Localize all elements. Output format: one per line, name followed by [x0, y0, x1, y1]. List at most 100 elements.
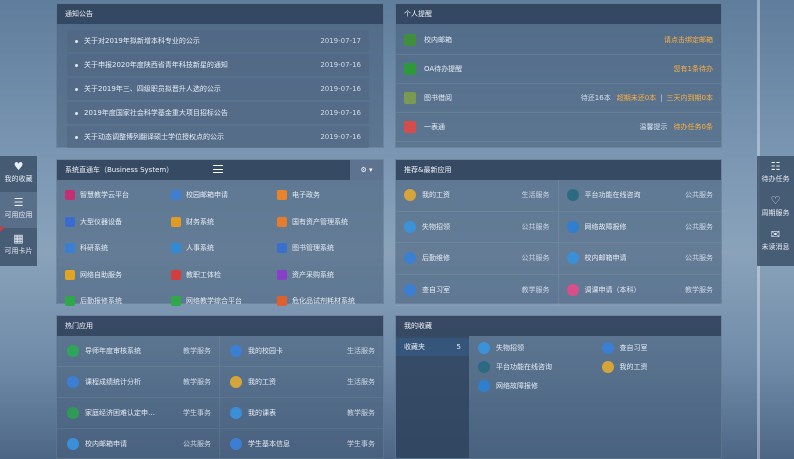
hot-item[interactable]: 我的校园卡 生活服务: [220, 336, 383, 367]
system-item[interactable]: 国有资产管理系统: [273, 209, 379, 236]
reminder-item[interactable]: 图书借阅 待还16本 超期未还0本 | 三天内到期0本: [396, 84, 721, 113]
system-item-label: 校园邮箱申请: [186, 191, 228, 200]
gov-icon: [277, 190, 287, 201]
repair-icon: [65, 296, 75, 307]
favorite-item[interactable]: 网络故障报修: [474, 376, 598, 395]
side-button[interactable]: ▦ 可用卡片: [0, 228, 37, 264]
system-panel: 系统直通车（Business System） ⚙ ▾ 智慧教学云平台 校园邮箱申请…: [56, 159, 384, 307]
hot-label: 我的课表: [248, 409, 276, 417]
notice-item[interactable]: 关于2019年三、四级职员拟晋升人选的公示 2019-07-16: [67, 78, 369, 100]
favorite-item[interactable]: 平台功能在线咨询: [474, 357, 598, 376]
favorites-folder-count: 5: [456, 343, 461, 351]
system-item[interactable]: 智慧教学云平台: [61, 182, 167, 209]
hot-item[interactable]: 导师年度审核系统 教学服务: [57, 336, 220, 367]
recommend-label: 校内邮箱申请: [584, 254, 627, 263]
consult-icon: [566, 189, 579, 202]
system-item[interactable]: 科研系统: [61, 235, 167, 262]
notice-item[interactable]: 关于动态调整博列翻译硕士学位授权点的公示 2019-07-16: [67, 126, 369, 148]
recommend-item[interactable]: 校内邮箱申请 公共服务: [558, 243, 721, 275]
system-item[interactable]: 资产采购系统: [273, 262, 379, 289]
system-item-label: 智慧教学云平台: [80, 191, 129, 200]
recommend-item[interactable]: 网络故障报修 公共服务: [558, 212, 721, 243]
reminder-status[interactable]: 您有1条待办: [674, 64, 713, 74]
hot-category: 生活服务: [347, 378, 375, 386]
favorite-label: 网络故障报修: [496, 381, 538, 390]
right-floating-bar: ☷ 待办任务 ♡ 周期服务 ✉ 未读消息: [757, 156, 794, 266]
system-item[interactable]: 网络教学综合平台: [167, 288, 273, 315]
favorite-item[interactable]: 我的工资: [598, 357, 722, 376]
reminder-item[interactable]: 一表通 温馨提示 待办任务0条: [396, 113, 721, 142]
system-item[interactable]: 财务系统: [167, 209, 273, 236]
side-button[interactable]: ♡ 周期服务: [757, 190, 794, 224]
system-item[interactable]: 危化品试剂耗材系统: [273, 288, 379, 315]
favorite-label: 我的工资: [619, 362, 648, 371]
notice-item-left: 关于申报2020年度陕西省青年科技新星的通知: [75, 54, 228, 76]
recommend-title: 推荐&最新应用: [396, 160, 721, 180]
reminder-status[interactable]: 请点击绑定邮箱: [664, 35, 713, 45]
reminder-status[interactable]: 超期未还0本: [617, 93, 656, 103]
hot-panel: 热门应用 导师年度审核系统 教学服务 我的校园卡 生活服务 课程成绩统计分析 教学服务 我的…: [56, 315, 384, 459]
hot-label: 学生基本信息: [248, 440, 290, 448]
system-item[interactable]: 图书管理系统: [273, 235, 379, 262]
system-item[interactable]: 人事系统: [167, 235, 273, 262]
recommend-item[interactable]: 平台功能在线咨询 公共服务: [558, 180, 721, 212]
hot-item[interactable]: 课程成绩统计分析 教学服务: [57, 367, 220, 398]
student-icon: [230, 438, 242, 450]
notice-date: 2019-07-17: [320, 37, 361, 45]
system-item-label: 大型仪器设备: [80, 217, 122, 226]
side-button[interactable]: ✉ 未读消息: [757, 224, 794, 258]
side-button[interactable]: ♥ 我的收藏: [0, 156, 37, 192]
hot-category: 学生事务: [183, 409, 211, 417]
mail-icon: [67, 438, 79, 450]
hot-item[interactable]: 我的工资 生活服务: [220, 367, 383, 398]
list-icon: ☰: [13, 196, 24, 209]
recommend-item[interactable]: 调课申请（本科） 教学服务: [558, 275, 721, 306]
notice-item[interactable]: 2019年度国家社会科学基金重大项目招标公告 2019-07-16: [67, 102, 369, 124]
system-item-label: 资产采购系统: [292, 270, 334, 279]
system-item-label: 科研系统: [80, 244, 108, 253]
system-item-label: 国有资产管理系统: [292, 217, 348, 226]
menu-icon[interactable]: [213, 165, 223, 173]
gear-icon[interactable]: ⚙ ▾: [350, 160, 383, 180]
hot-item[interactable]: 校内邮箱申请 公共服务: [57, 429, 220, 459]
recommend-category: 公共服务: [685, 191, 713, 200]
favorites-folder-label: 收藏夹: [404, 343, 425, 351]
netfault-icon: [478, 379, 490, 392]
mail-icon: [171, 190, 181, 201]
reminder-status[interactable]: 待办任务0条: [674, 122, 713, 132]
system-item[interactable]: 校园邮箱申请: [167, 182, 273, 209]
side-button[interactable]: ☷ 待办任务: [757, 156, 794, 190]
system-item[interactable]: 后勤报修系统: [61, 288, 167, 315]
pie-icon: [67, 376, 79, 388]
hot-item[interactable]: 家庭经济困难认定申… 学生事务: [57, 398, 220, 429]
hot-item[interactable]: 我的课表 教学服务: [220, 398, 383, 429]
shield-icon: ♡: [770, 194, 781, 207]
recommend-item[interactable]: 查自习室 教学服务: [396, 274, 559, 306]
side-button[interactable]: ☰ 可用应用: [0, 192, 37, 228]
system-item[interactable]: 网络自助服务: [61, 262, 167, 289]
recommend-item[interactable]: 失物招领 公共服务: [396, 211, 559, 243]
favorite-item[interactable]: 失物招领: [474, 338, 598, 357]
reminder-status-2[interactable]: 三天内到期0本: [667, 93, 713, 103]
system-title: 系统直通车（Business System） ⚙ ▾: [57, 160, 383, 180]
favorite-item[interactable]: 查自习室: [598, 338, 722, 357]
favorites-folder[interactable]: 收藏夹 5: [396, 338, 469, 356]
reminder-item[interactable]: OA待办提醒 您有1条待办: [396, 55, 721, 84]
hot-item[interactable]: 学生基本信息 学生事务: [220, 429, 383, 459]
system-item[interactable]: 教职工体检: [167, 262, 273, 289]
system-item[interactable]: 大型仪器设备: [61, 209, 167, 236]
notice-item[interactable]: 关于对2019年拟新增本科专业的公示 2019-07-17: [67, 30, 369, 52]
active-marker: [0, 227, 5, 232]
favorites-sidebar: 收藏夹 5: [396, 336, 469, 458]
notice-item[interactable]: 关于申报2020年度陕西省青年科技新星的通知 2019-07-16: [67, 54, 369, 76]
lostfound-icon: [404, 220, 416, 233]
system-item[interactable]: 电子政务: [273, 182, 379, 209]
side-button-label: 周期服务: [761, 209, 790, 217]
book-icon: [277, 243, 287, 254]
reminder-item[interactable]: 校内邮箱 请点击绑定邮箱: [396, 26, 721, 55]
notice-text: 关于2019年三、四级职员拟晋升人选的公示: [84, 85, 221, 93]
recommend-category: 公共服务: [521, 222, 550, 231]
recommend-item[interactable]: 后勤维修 公共服务: [396, 243, 559, 275]
salary-icon: [230, 376, 242, 388]
recommend-item[interactable]: 我的工资 生活服务: [396, 180, 559, 212]
